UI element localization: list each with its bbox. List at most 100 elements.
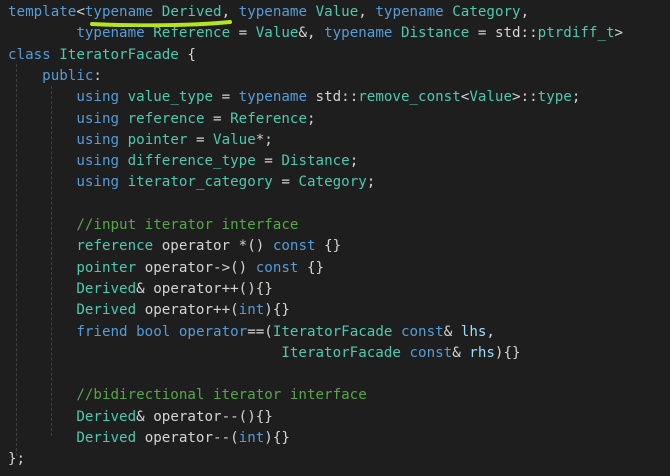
code-token: Reference — [153, 25, 231, 42]
code-token: = — [255, 153, 282, 170]
code-token: >:: — [512, 89, 538, 106]
code-token: > — [614, 25, 624, 42]
code-token: {} — [315, 238, 342, 255]
code-line: template<typename Derived, typename Valu… — [8, 2, 529, 23]
code-token: class — [8, 46, 51, 63]
code-token: {} — [298, 259, 325, 276]
code-token: using — [76, 174, 120, 191]
code-token: Derived — [76, 408, 137, 425]
code-token: //bidirectional iterator interface — [76, 387, 367, 404]
code-token: operator — [153, 280, 222, 297]
code-token: using — [76, 110, 120, 127]
code-token: = — [204, 110, 231, 127]
code-token: typename — [84, 4, 154, 20]
code-line: Derived operator--(int){} — [8, 428, 290, 449]
code-token: Category — [298, 174, 367, 191]
code-line: reference operator *() const {} — [8, 236, 341, 257]
code-token: IteratorFacade — [272, 323, 393, 340]
code-editor[interactable]: template<typename Derived, typename Valu… — [0, 0, 670, 476]
code-token: Value — [469, 89, 513, 106]
code-token: Distance — [400, 25, 470, 42]
code-line: }; — [8, 449, 25, 470]
code-token: using — [76, 89, 120, 106]
code-token: int — [238, 430, 265, 446]
code-token: rhs — [469, 344, 495, 361]
code-token: Value — [213, 131, 256, 148]
code-token: operator — [178, 323, 248, 340]
code-token: Reference — [230, 110, 307, 127]
code-token: const — [255, 259, 299, 276]
code-token: , — [221, 4, 239, 20]
code-token: Derived — [76, 430, 137, 446]
code-token: int — [238, 302, 265, 319]
code-token: reference — [76, 238, 154, 255]
code-token: typename — [238, 89, 307, 106]
code-token: public — [42, 67, 94, 84]
code-token: value_type — [127, 89, 214, 106]
code-token: ; — [571, 89, 581, 106]
code-token: = — [272, 174, 299, 191]
code-token: ){} — [264, 430, 290, 446]
code-token: { — [178, 46, 196, 63]
code-token: bool — [136, 323, 171, 340]
code-token: = — [187, 131, 214, 148]
code-token: *; — [255, 131, 273, 148]
code-token: pointer — [76, 259, 137, 276]
code-token: Distance — [281, 153, 350, 170]
code-token: const — [272, 238, 316, 255]
code-line: //bidirectional iterator interface — [8, 385, 367, 406]
code-token: //input iterator interface — [76, 217, 299, 233]
code-token: typename — [375, 4, 444, 20]
code-line: pointer operator->() const {} — [8, 258, 324, 279]
code-line: class IteratorFacade { — [8, 45, 196, 66]
code-token: Derived — [76, 280, 137, 297]
code-token: lhs — [460, 323, 487, 340]
code-token: ->() — [213, 259, 256, 276]
code-token: ; — [306, 110, 316, 127]
code-token: ){} — [494, 344, 521, 361]
code-token: & — [452, 344, 470, 361]
code-token: const — [409, 344, 453, 361]
code-token: & — [443, 323, 461, 340]
code-line: IteratorFacade const& rhs){} — [8, 343, 521, 364]
code-token: friend — [76, 323, 128, 340]
code-token: typename — [324, 25, 393, 42]
code-token: using — [76, 131, 120, 148]
code-token: typename — [238, 4, 308, 20]
code-token: }; — [8, 451, 26, 468]
code-token: std:: — [315, 89, 359, 106]
code-token: pointer — [127, 131, 188, 148]
code-token: ; — [349, 153, 359, 170]
code-token: operator — [144, 430, 214, 446]
code-token: ptrdiff_t — [537, 25, 615, 42]
code-token: IteratorFacade — [59, 46, 179, 63]
code-token: ++(){} — [221, 280, 273, 297]
code-token: using — [76, 153, 120, 170]
code-token: IteratorFacade — [281, 344, 401, 361]
code-token: difference_type — [127, 153, 256, 170]
code-token: std:: — [494, 25, 538, 42]
code-token: Category — [452, 4, 521, 20]
code-token: & — [136, 408, 154, 425]
code-token: &, — [298, 25, 325, 42]
